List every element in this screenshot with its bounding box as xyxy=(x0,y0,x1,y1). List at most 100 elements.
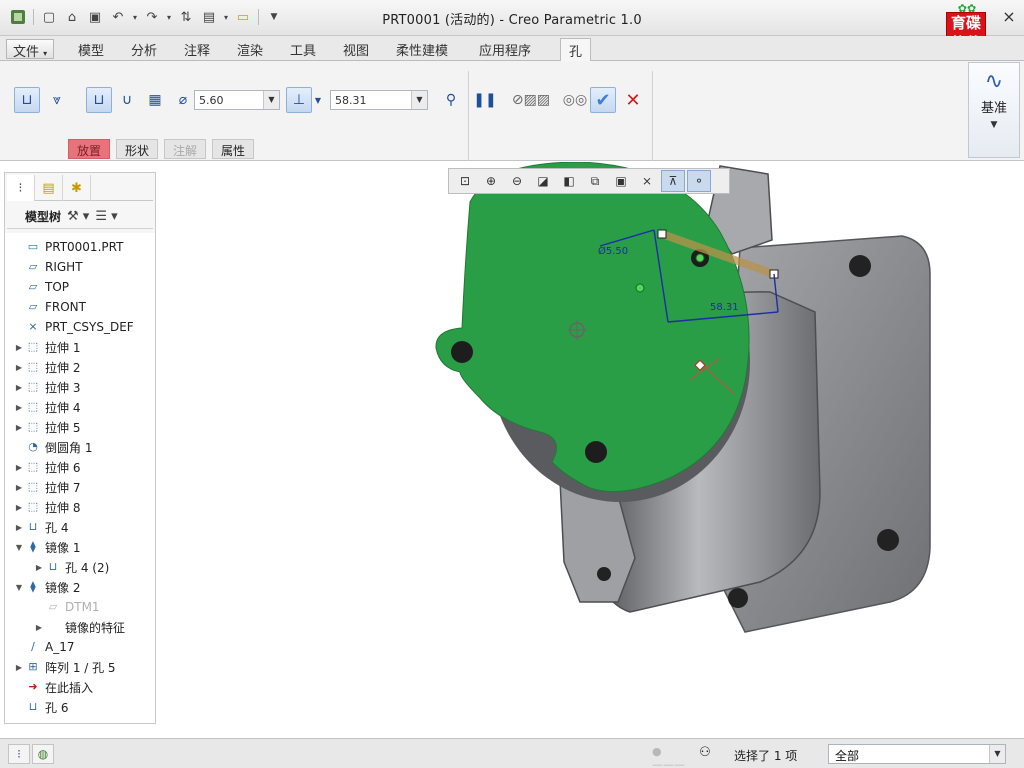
tab-model[interactable]: 模型 xyxy=(78,40,104,59)
datum-display-icon[interactable]: ⨯ xyxy=(635,170,659,192)
display-style-icon[interactable]: ◧ xyxy=(557,170,581,192)
tree-item[interactable]: ▱ FRONT xyxy=(5,297,155,317)
depth-dimension[interactable]: 58.31 xyxy=(710,302,739,313)
chevron-down-icon[interactable]: ▼ xyxy=(969,120,1019,130)
find-binoculars-icon[interactable]: ⚇ xyxy=(694,745,716,763)
subtab-properties[interactable]: 属性 xyxy=(212,139,255,159)
expand-arrow-icon[interactable]: ▶ xyxy=(13,663,25,672)
tree-item[interactable]: ▱ TOP xyxy=(5,277,155,297)
standard-hole-icon[interactable]: ⩔ xyxy=(44,87,70,113)
expand-arrow-icon[interactable]: ▶ xyxy=(13,383,25,392)
tree-item[interactable]: ▶ ⬚ 拉伸 1 xyxy=(5,337,155,357)
tab-view[interactable]: 视图 xyxy=(343,40,369,59)
depth-option-button[interactable]: ⊥ xyxy=(286,87,312,113)
expand-arrow-icon[interactable]: ▶ xyxy=(13,483,25,492)
tree-item[interactable]: ▶ ⊔ 孔 4 xyxy=(5,517,155,537)
tree-item[interactable]: ∕ A_17 xyxy=(5,637,155,657)
chevron-down-icon[interactable]: ▼ xyxy=(989,745,1005,763)
tab-flexible-modeling[interactable]: 柔性建模 xyxy=(396,40,448,59)
tree-item[interactable]: ➜ 在此插入 xyxy=(5,677,155,697)
simple-hole-button[interactable]: ⊔ xyxy=(14,87,40,113)
expand-arrow-icon[interactable]: ▶ xyxy=(13,523,25,532)
tab-render[interactable]: 渲染 xyxy=(237,40,263,59)
tab-hole[interactable]: 孔 xyxy=(560,38,592,62)
diameter-dimension[interactable]: Ø5.50 xyxy=(598,245,628,257)
expand-arrow-icon[interactable]: ▶ xyxy=(13,463,25,472)
tree-item[interactable]: ▭ PRT0001.PRT xyxy=(5,237,155,257)
ok-checkmark-icon[interactable]: ✔ xyxy=(590,87,616,113)
close-icon[interactable]: × xyxy=(1000,8,1018,26)
verify-preview-icon[interactable]: ◎◎ xyxy=(562,87,588,113)
expand-arrow-icon[interactable]: ▶ xyxy=(13,343,25,352)
model-tree-tab-icon[interactable]: ⁝ xyxy=(7,175,35,201)
tree-item[interactable]: ◔ 倒圆角 1 xyxy=(5,437,155,457)
model-3d-view[interactable]: Ø5.50 58.31 xyxy=(160,161,1024,736)
tree-item[interactable]: ▶ ⬚ 拉伸 4 xyxy=(5,397,155,417)
chevron-down-icon[interactable]: ▼ xyxy=(411,91,427,109)
tab-annotate[interactable]: 注释 xyxy=(184,40,210,59)
zoom-out-icon[interactable]: ⊖ xyxy=(505,170,529,192)
tree-item[interactable]: ▼ ⧫ 镜像 1 xyxy=(5,537,155,557)
tab-tools[interactable]: 工具 xyxy=(290,40,316,59)
collapse-arrow-icon[interactable]: ▼ xyxy=(13,583,25,592)
saved-orientations-icon[interactable]: ⧉ xyxy=(583,170,607,192)
logo-char: 育 xyxy=(950,14,966,32)
selection-filter[interactable]: 全部 ▼ xyxy=(828,744,1006,764)
zoom-in-icon[interactable]: ⊕ xyxy=(479,170,503,192)
datum-button[interactable]: ∿ 基准 ▼ xyxy=(968,62,1020,158)
spin-center-icon[interactable]: ⚬ xyxy=(687,170,711,192)
pause-icon[interactable]: ❚❚ xyxy=(472,87,498,113)
tree-item-label: A_17 xyxy=(45,640,75,654)
annotation-display-icon[interactable]: ⊼ xyxy=(661,170,685,192)
chevron-down-icon[interactable]: ▼ xyxy=(263,91,279,109)
tree-item[interactable]: ▶ ⬚ 拉伸 7 xyxy=(5,477,155,497)
collapse-arrow-icon[interactable]: ▼ xyxy=(13,543,25,552)
favorites-tab-icon[interactable]: ✱ xyxy=(63,175,91,201)
tree-settings-icon[interactable]: ⚒ ▾ xyxy=(67,209,89,224)
folder-browser-tab-icon[interactable]: ▤ xyxy=(35,175,63,201)
tree-item[interactable]: ▶ ⬚ 拉伸 5 xyxy=(5,417,155,437)
tree-columns-icon[interactable]: ☰ ▾ xyxy=(95,209,117,224)
depth-input[interactable]: 58.31 ▼ xyxy=(330,90,428,110)
preview-options-icon[interactable]: ⊘▨▨ xyxy=(500,87,562,113)
navigator-toggle-icon[interactable]: ⁝ xyxy=(8,744,30,764)
tab-applications[interactable]: 应用程序 xyxy=(479,40,531,59)
tab-analysis[interactable]: 分析 xyxy=(131,40,157,59)
standard-profile-icon[interactable]: ∪ xyxy=(114,87,140,113)
predefined-profile-button[interactable]: ⊔ xyxy=(86,87,112,113)
subtab-shape[interactable]: 形状 xyxy=(116,139,159,159)
expand-arrow-icon[interactable]: ▶ xyxy=(13,403,25,412)
expand-arrow-icon[interactable]: ▶ xyxy=(13,363,25,372)
tree-item[interactable]: ▶ ⬚ 拉伸 8 xyxy=(5,497,155,517)
flip-direction-icon[interactable]: ⚲ xyxy=(438,87,464,113)
sketch-profile-icon[interactable]: ▦ xyxy=(142,87,168,113)
tree-item[interactable]: ▱ DTM1 xyxy=(5,597,155,617)
file-menu[interactable]: 文件 ▾ xyxy=(6,39,55,60)
tree-item[interactable]: ⊔ 孔 6 xyxy=(5,697,155,717)
tree-item[interactable]: ▶ ⬚ 拉伸 6 xyxy=(5,457,155,477)
expand-arrow-icon[interactable]: ▶ xyxy=(33,623,45,632)
subtab-notes[interactable]: 注解 xyxy=(164,139,207,159)
tree-item[interactable]: ▱ RIGHT xyxy=(5,257,155,277)
tree-item[interactable]: ▼ ⧫ 镜像 2 xyxy=(5,577,155,597)
tree-item[interactable]: ▶ ⬚ 拉伸 2 xyxy=(5,357,155,377)
diameter-input[interactable]: 5.60 ▼ xyxy=(194,90,280,110)
view-manager-icon[interactable]: ▣ xyxy=(609,170,633,192)
expand-arrow-icon[interactable]: ▶ xyxy=(13,503,25,512)
tree-item[interactable]: ▶ ⊞ 阵列 1 / 孔 5 xyxy=(5,657,155,677)
status-bar: ⁝ ◍ ●——— ⚇ 选择了 1 项 全部 ▼ xyxy=(0,738,1024,768)
subtab-placement[interactable]: 放置 xyxy=(68,139,111,159)
expand-arrow-icon[interactable]: ▶ xyxy=(13,423,25,432)
tree-item[interactable]: ▶ ⊔ 孔 4 (2) xyxy=(5,557,155,577)
tree-item[interactable]: ▶ 镜像的特征 xyxy=(5,617,155,637)
graphics-viewport[interactable]: Ø5.50 58.31 xyxy=(160,161,1024,736)
tree-item[interactable]: ▶ ⬚ 拉伸 3 xyxy=(5,377,155,397)
repaint-icon[interactable]: ◪ xyxy=(531,170,555,192)
cancel-x-icon[interactable]: ✕ xyxy=(620,87,646,113)
message-slider-icon[interactable]: ●——— xyxy=(652,745,685,768)
browser-toggle-icon[interactable]: ◍ xyxy=(32,744,54,764)
refit-icon[interactable]: ⊡ xyxy=(453,170,477,192)
depth-option-dropdown-icon[interactable]: ▼ xyxy=(312,87,324,113)
tree-item[interactable]: ⨯ PRT_CSYS_DEF xyxy=(5,317,155,337)
expand-arrow-icon[interactable]: ▶ xyxy=(33,563,45,572)
